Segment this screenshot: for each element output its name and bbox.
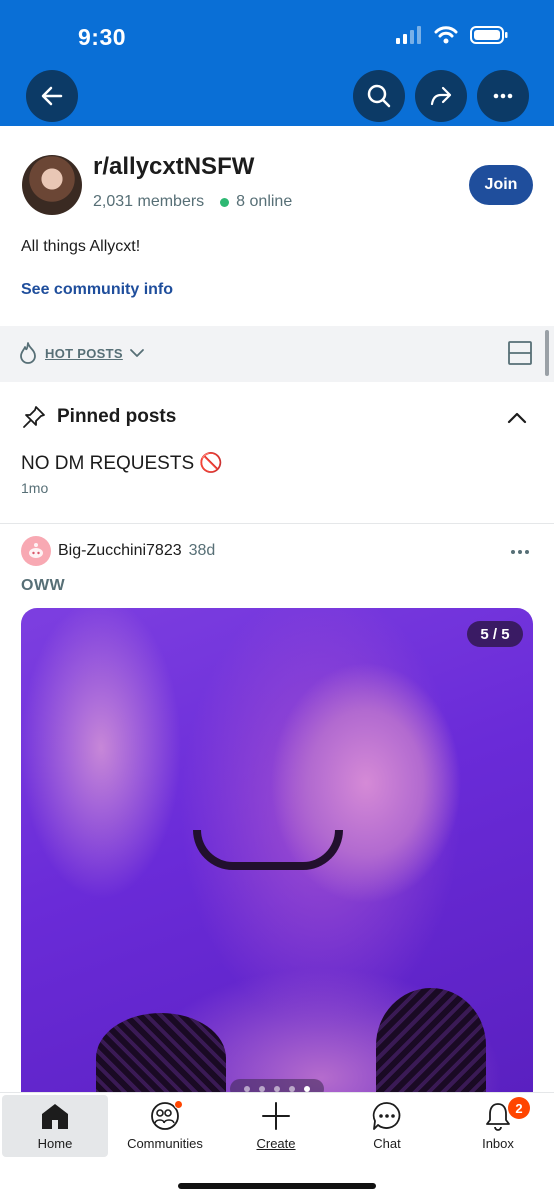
scrollbar[interactable] [545, 330, 549, 376]
nav-inbox[interactable]: Inbox [443, 1095, 553, 1157]
nav-inbox-label: Inbox [482, 1136, 514, 1151]
chevron-up-icon[interactable] [505, 406, 529, 430]
divider [0, 523, 554, 524]
community-name: r/allycxtNSFW [93, 153, 255, 180]
community-info-link[interactable]: See community info [21, 281, 173, 299]
wifi-icon [434, 26, 458, 44]
more-horizontal-icon [493, 93, 513, 99]
join-button[interactable]: Join [469, 165, 533, 205]
share-icon [430, 86, 452, 106]
sort-dropdown[interactable]: HOT POSTS [17, 341, 145, 365]
post-age: 38d [188, 542, 216, 559]
battery-icon [470, 26, 508, 44]
nav-create[interactable]: Create [221, 1095, 331, 1157]
chevron-down-icon [129, 349, 144, 357]
search-icon [367, 84, 391, 108]
back-button[interactable] [26, 70, 78, 122]
image-detail [376, 988, 486, 1098]
community-description: All things Allycxt! [21, 238, 141, 255]
post-title[interactable]: OWW [21, 577, 65, 595]
communities-notification-dot [174, 1100, 183, 1109]
image-detail [96, 1013, 226, 1098]
home-icon [42, 1104, 68, 1129]
nav-communities[interactable]: Communities [110, 1095, 220, 1157]
inbox-badge: 2 [508, 1097, 530, 1119]
nav-chat[interactable]: Chat [332, 1095, 442, 1157]
snoo-avatar-icon [29, 543, 43, 558]
pinned-post-title[interactable]: NO DM REQUESTS 🚫 [21, 451, 223, 475]
status-icons [396, 26, 508, 44]
card-layout-icon[interactable] [507, 340, 533, 366]
community-stats: 2,031 members 8 online [93, 193, 292, 211]
nav-create-label: Create [256, 1136, 296, 1151]
arrow-left-icon [41, 86, 63, 106]
user-avatar[interactable] [21, 536, 51, 566]
member-count: 2,031 members [93, 193, 205, 210]
status-time: 9:30 [78, 24, 127, 50]
post-image[interactable] [21, 608, 533, 1098]
online-count: 8 online [236, 193, 293, 210]
nav-chat-label: Chat [373, 1136, 401, 1151]
post-more-button[interactable] [510, 540, 530, 561]
pinned-post-age: 1mo [21, 480, 49, 496]
image-detail [193, 830, 343, 870]
more-horizontal-icon [511, 550, 529, 554]
sort-label: HOT POSTS [45, 345, 123, 361]
community-avatar [22, 155, 82, 215]
post-username[interactable]: Big-Zucchini7823 [58, 542, 182, 560]
pinned-header: Pinned posts [21, 404, 176, 430]
nav-home-label: Home [37, 1136, 73, 1151]
share-button[interactable] [415, 70, 467, 122]
chat-icon [372, 1102, 401, 1130]
pinned-title: Pinned posts [57, 406, 177, 427]
nav-home[interactable]: Home [2, 1095, 108, 1157]
more-options-button[interactable] [477, 70, 529, 122]
post-meta: Big-Zucchini7823 38d [21, 536, 215, 566]
cellular-signal-icon [396, 26, 421, 44]
gallery-counter: 5 / 5 [467, 621, 523, 647]
sort-bar: HOT POSTS [0, 326, 554, 382]
home-indicator [178, 1183, 376, 1189]
pin-icon [23, 406, 45, 428]
flame-icon [20, 342, 36, 364]
nav-communities-label: Communities [127, 1136, 203, 1151]
search-button[interactable] [353, 70, 405, 122]
online-indicator-icon [220, 197, 230, 207]
plus-icon [262, 1102, 290, 1130]
top-header: 9:30 [0, 0, 554, 126]
